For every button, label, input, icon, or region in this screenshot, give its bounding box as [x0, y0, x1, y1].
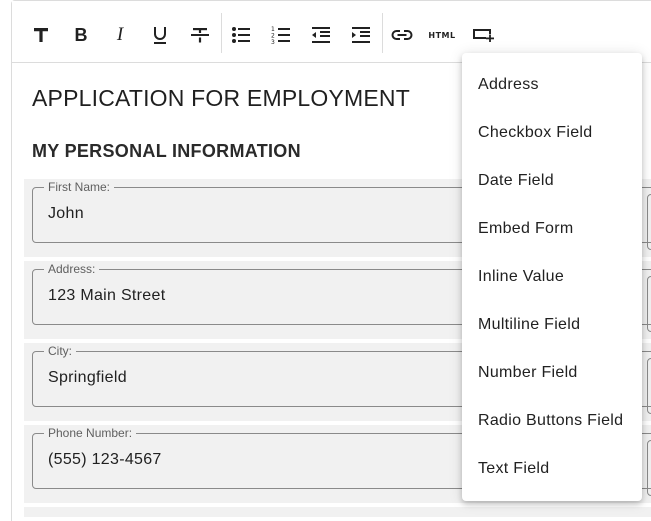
menu-item-embed-form[interactable]: Embed Form: [462, 205, 642, 253]
adjacent-field[interactable]: [647, 358, 651, 414]
menu-item-text-field[interactable]: Text Field: [462, 445, 642, 493]
menu-item-date-field[interactable]: Date Field: [462, 157, 642, 205]
insert-field-menu: Address Checkbox Field Date Field Embed …: [462, 53, 642, 501]
menu-item-number-field[interactable]: Number Field: [462, 349, 642, 397]
menu-item-radio-buttons-field[interactable]: Radio Buttons Field: [462, 397, 642, 445]
field-label: First Name:: [44, 180, 115, 194]
text-style-icon[interactable]: [27, 21, 55, 49]
adjacent-field[interactable]: [647, 440, 651, 496]
outdent-icon[interactable]: [307, 21, 335, 49]
numbered-list-icon[interactable]: 123: [267, 21, 295, 49]
section-heading: MY PERSONAL INFORMATION: [32, 141, 301, 161]
link-icon[interactable]: [388, 21, 416, 49]
field-label: Address:: [44, 262, 100, 276]
italic-icon[interactable]: I: [106, 21, 134, 49]
field-label: City:: [44, 344, 76, 358]
adjacent-field[interactable]: [647, 194, 651, 250]
html-icon[interactable]: HTML: [425, 21, 459, 49]
field-value: (555) 123-4567: [48, 451, 162, 468]
adjacent-field[interactable]: [647, 276, 651, 332]
insert-field-icon[interactable]: [469, 21, 497, 49]
menu-item-multiline-field[interactable]: Multiline Field: [462, 301, 642, 349]
menu-item-address[interactable]: Address: [462, 61, 642, 109]
field-value: John: [48, 205, 84, 222]
toolbar-divider: [221, 13, 222, 53]
strikethrough-icon[interactable]: [186, 21, 214, 49]
field-label: Phone Number:: [44, 426, 137, 440]
underline-icon[interactable]: [146, 21, 174, 49]
toolbar-divider: [382, 13, 383, 53]
svg-text:3: 3: [271, 39, 275, 45]
indent-icon[interactable]: [347, 21, 375, 49]
bullet-list-icon[interactable]: [227, 21, 255, 49]
field-value: Springfield: [48, 369, 127, 386]
field-value: 123 Main Street: [48, 287, 166, 304]
html-label: HTML: [428, 30, 456, 40]
menu-item-checkbox-field[interactable]: Checkbox Field: [462, 109, 642, 157]
menu-item-inline-value[interactable]: Inline Value: [462, 253, 642, 301]
bold-icon[interactable]: B: [67, 21, 95, 49]
page-title: APPLICATION FOR EMPLOYMENT: [32, 85, 410, 111]
